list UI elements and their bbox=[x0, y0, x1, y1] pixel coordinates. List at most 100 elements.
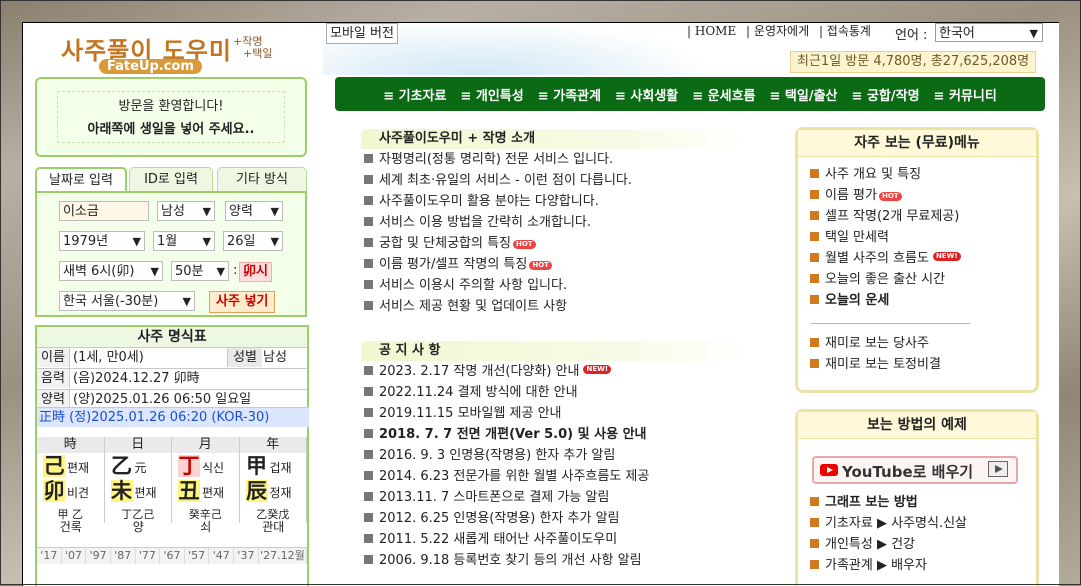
daeun-cell[interactable]: '27.12월 bbox=[259, 548, 308, 564]
list-item[interactable]: 2014. 6.23 전문가를 위한 월별 사주흐름도 제공 bbox=[364, 466, 649, 487]
solar-row: 양력 (양)2025.01.26 06:50 일요일 bbox=[37, 389, 307, 409]
hour-select[interactable]: 새벽 6시(卯) ▼ bbox=[59, 261, 163, 281]
daeun-cell[interactable]: '07 bbox=[62, 548, 87, 564]
mobile-version-button[interactable]: 모바일 버전 bbox=[326, 23, 398, 44]
daeun-cell[interactable]: '67 bbox=[160, 548, 185, 564]
language-value: 한국어 bbox=[939, 26, 975, 41]
year-select[interactable]: 1979년 ▼ bbox=[59, 231, 145, 251]
region-select[interactable]: 한국 서울(-30분) ▼ bbox=[59, 291, 195, 311]
list-item[interactable]: 2018. 7. 7 전면 개편(Ver 5.0) 및 사용 안내 bbox=[364, 424, 649, 445]
twelve-stages-row: 건록 양 쇠 관대 bbox=[37, 519, 307, 535]
list-item[interactable]: 가족관계 ▶ 배우자 bbox=[810, 555, 967, 576]
list-item[interactable]: 사주 개요 및 특징 bbox=[810, 164, 961, 185]
daeun-cell[interactable]: '17 bbox=[37, 548, 62, 564]
main-nav: ≡ 기초자료 ≡ 개인특성 ≡ 가족관계 ≡ 사회생활 ≡ 운세흐름 ≡ 택일/… bbox=[335, 77, 1045, 111]
nav-family[interactable]: ≡ 가족관계 bbox=[538, 85, 601, 104]
list-item[interactable]: 2016. 9. 3 인명용(작명용) 한자 추가 알림 bbox=[364, 445, 649, 466]
square-bullet-icon bbox=[364, 387, 373, 396]
nav-social-life[interactable]: ≡ 사회생활 bbox=[615, 85, 678, 104]
pillar-month: 丁 식신 丑 편재 癸辛己 bbox=[172, 453, 240, 523]
list-item[interactable]: 2006. 9.18 등록번호 찾기 등의 개선 사항 알림 bbox=[364, 550, 649, 571]
region-value: 한국 서울(-30분) bbox=[63, 294, 159, 309]
list-item[interactable]: 월별 사주의 흐름도 NEW! bbox=[810, 248, 961, 269]
list-item[interactable]: 이름 평가 HOT bbox=[810, 185, 961, 206]
intro-section-title: 사주풀이도우미 + 작명 소개 bbox=[361, 129, 745, 149]
list-item[interactable]: 사주풀이도우미 활용 분야는 다양합니다. bbox=[364, 191, 632, 212]
nav-fortune-flow[interactable]: ≡ 운세흐름 bbox=[692, 85, 755, 104]
nav-compat-naming[interactable]: ≡ 궁합/작명 bbox=[852, 85, 920, 104]
daeun-cell[interactable]: '47 bbox=[209, 548, 235, 564]
list-item[interactable]: 서비스 이용 방법을 간략히 소개합니다. bbox=[364, 212, 632, 233]
nav-personal-traits[interactable]: ≡ 개인특성 bbox=[460, 85, 523, 104]
list-item[interactable]: 그래프 보는 방법 bbox=[810, 492, 967, 513]
pillar-head-day: 日 bbox=[105, 437, 172, 453]
examples-list: 그래프 보는 방법 기초자료 ▶ 사주명식.신살 개인특성 ▶ 건강 가족관계 … bbox=[810, 492, 967, 576]
list-item[interactable]: 셀프 작명(2개 무료제공) bbox=[810, 206, 961, 227]
square-bullet-icon bbox=[810, 560, 819, 569]
list-item[interactable]: 궁합 및 단체궁합의 특징 HOT bbox=[364, 233, 632, 254]
name-input[interactable]: 이소금 bbox=[59, 201, 149, 221]
submit-saju-button[interactable]: 사주 넣기 bbox=[209, 291, 276, 313]
daeun-cell[interactable]: '57 bbox=[185, 548, 210, 564]
youtube-learn-button[interactable]: YouTube로 배우기 bbox=[812, 456, 1018, 484]
nav-community[interactable]: ≡ 커뮤니티 bbox=[934, 85, 997, 104]
list-item[interactable]: 자평명리(정통 명리학) 전문 서비스 입니다. bbox=[364, 149, 632, 170]
list-item[interactable]: 개인특성 ▶ 건강 bbox=[810, 534, 967, 555]
daeun-cell[interactable]: '97 bbox=[86, 548, 111, 564]
tab-other-input[interactable]: 기타 방식 bbox=[217, 167, 307, 191]
square-bullet-icon bbox=[810, 253, 819, 262]
visit-stats-link[interactable]: | 접속통계 bbox=[819, 24, 871, 38]
list-item[interactable]: 세계 최초·유일의 서비스 - 이런 점이 다릅니다. bbox=[364, 170, 632, 191]
calendar-select[interactable]: 양력 ▼ bbox=[225, 201, 283, 221]
square-bullet-icon bbox=[364, 175, 373, 184]
list-item[interactable]: 2011. 5.22 새롭게 태어난 사주풀이도우미 bbox=[364, 529, 649, 550]
minute-select[interactable]: 50분 ▼ bbox=[171, 261, 229, 281]
list-item[interactable]: 오늘의 좋은 출산 시간 bbox=[810, 269, 961, 290]
square-bullet-icon bbox=[364, 450, 373, 459]
daeun-cell[interactable]: '87 bbox=[111, 548, 136, 564]
daeun-cell[interactable]: '77 bbox=[136, 548, 161, 564]
stage-year: 관대 bbox=[262, 520, 285, 534]
list-item[interactable]: 2023. 2.17 작명 개선(다양화) 안내 NEW! bbox=[364, 361, 649, 382]
list-item[interactable]: 이름 평가/셀프 작명의 특징 HOT bbox=[364, 254, 632, 275]
gender-value: 남성 bbox=[263, 350, 287, 365]
square-bullet-icon bbox=[364, 471, 373, 480]
list-item[interactable]: 서비스 이용시 주의할 사항 입니다. bbox=[364, 275, 632, 296]
tab-id-input[interactable]: ID로 입력 bbox=[129, 167, 213, 191]
list-item[interactable]: 2019.11.15 모바일웹 제공 안내 bbox=[364, 403, 649, 424]
chevron-down-icon: ▼ bbox=[132, 235, 141, 248]
home-link[interactable]: | HOME bbox=[687, 24, 736, 38]
gender-select[interactable]: 남성 ▼ bbox=[157, 201, 215, 221]
list-item[interactable]: 기초자료 ▶ 사주명식.신살 bbox=[810, 513, 967, 534]
list-item[interactable]: 재미로 보는 당사주 bbox=[810, 333, 941, 354]
list-item[interactable]: 서비스 제공 현황 및 업데이트 사항 bbox=[364, 296, 632, 317]
list-item[interactable]: 재미로 보는 토정비결 bbox=[810, 354, 941, 375]
name-row: 이름 (1세, 만0세) 성별 남성 bbox=[37, 347, 307, 367]
hot-badge: HOT bbox=[529, 261, 552, 270]
square-bullet-icon bbox=[810, 211, 819, 220]
saju-chart-table: 사주 명식표 이름 (1세, 만0세) 성별 남성 음력 (음)2024.12.… bbox=[35, 325, 309, 586]
site-logo[interactable]: 사주풀이 도우미 +작명 +택일 FateUp.com bbox=[37, 25, 307, 77]
branch-label: 정재 bbox=[269, 486, 292, 500]
pillar-grid: 己 편재 卯 비견 甲 乙 乙 元 未 편재 丁乙己 丁 식신 丑 편재 癸辛己 bbox=[37, 453, 307, 523]
nav-date-birth[interactable]: ≡ 택일/출산 bbox=[770, 85, 838, 104]
daeun-row: '17 '07 '97 '87 '77 '67 '57 '47 '37 '27.… bbox=[37, 547, 308, 564]
list-item[interactable]: 2013.11. 7 스마트폰으로 결제 가능 알림 bbox=[364, 487, 649, 508]
hour-branch-mark: 卯시 bbox=[239, 262, 272, 282]
stem-label: 겁재 bbox=[269, 461, 292, 475]
list-item[interactable]: 2022.11.24 결제 방식에 대한 안내 bbox=[364, 382, 649, 403]
day-select[interactable]: 26일 ▼ bbox=[223, 231, 283, 251]
examples-title: 보는 방법의 예제 bbox=[798, 412, 1036, 439]
daeun-cell[interactable]: '37 bbox=[234, 548, 259, 564]
tab-date-input[interactable]: 날짜로 입력 bbox=[35, 167, 127, 191]
list-item[interactable]: 택일 만세력 bbox=[810, 227, 961, 248]
nav-basic-data[interactable]: ≡ 기초자료 bbox=[383, 85, 446, 104]
list-item[interactable]: 오늘의 운세 bbox=[810, 290, 961, 311]
month-select[interactable]: 1월 ▼ bbox=[153, 231, 215, 251]
contact-admin-link[interactable]: | 운영자에게 bbox=[746, 24, 809, 38]
intro-list: 자평명리(정통 명리학) 전문 서비스 입니다. 세계 최초·유일의 서비스 -… bbox=[364, 149, 632, 317]
language-select[interactable]: 한국어 ▼ bbox=[935, 23, 1043, 42]
list-item[interactable]: 2012. 6.25 인명용(작명용) 한자 추가 알림 bbox=[364, 508, 649, 529]
stem-char: 乙 bbox=[111, 454, 132, 478]
chevron-down-icon: ▼ bbox=[270, 205, 279, 218]
